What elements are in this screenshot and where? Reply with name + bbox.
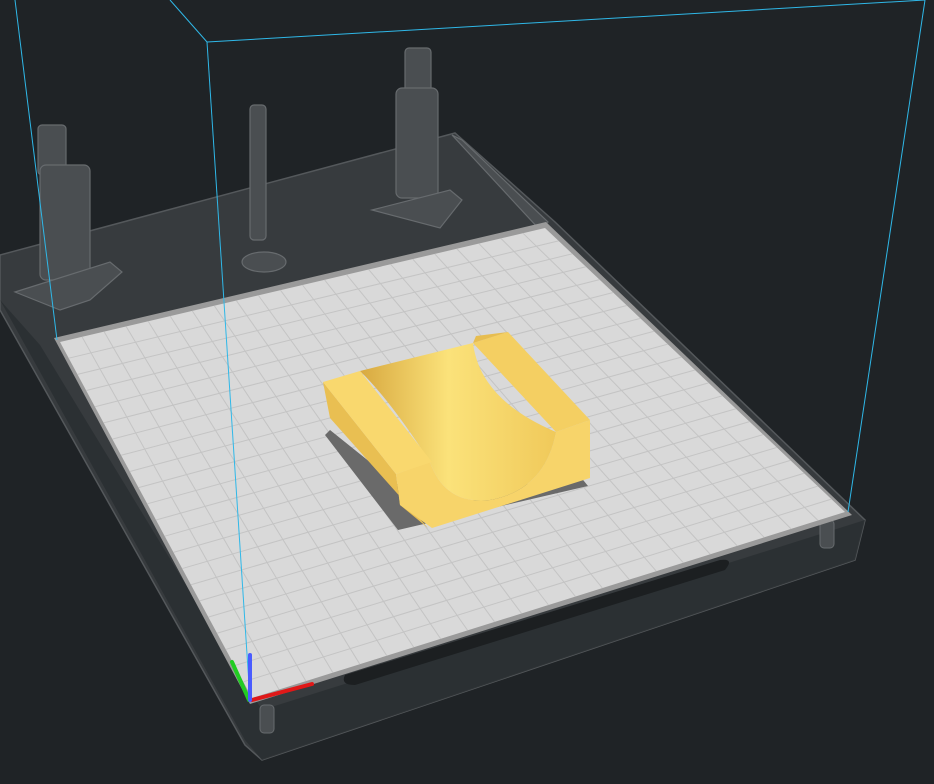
scene[interactable] xyxy=(0,0,934,784)
support-post-front xyxy=(259,704,275,734)
3d-viewport[interactable] xyxy=(0,0,934,784)
z-rod-right xyxy=(369,47,549,231)
